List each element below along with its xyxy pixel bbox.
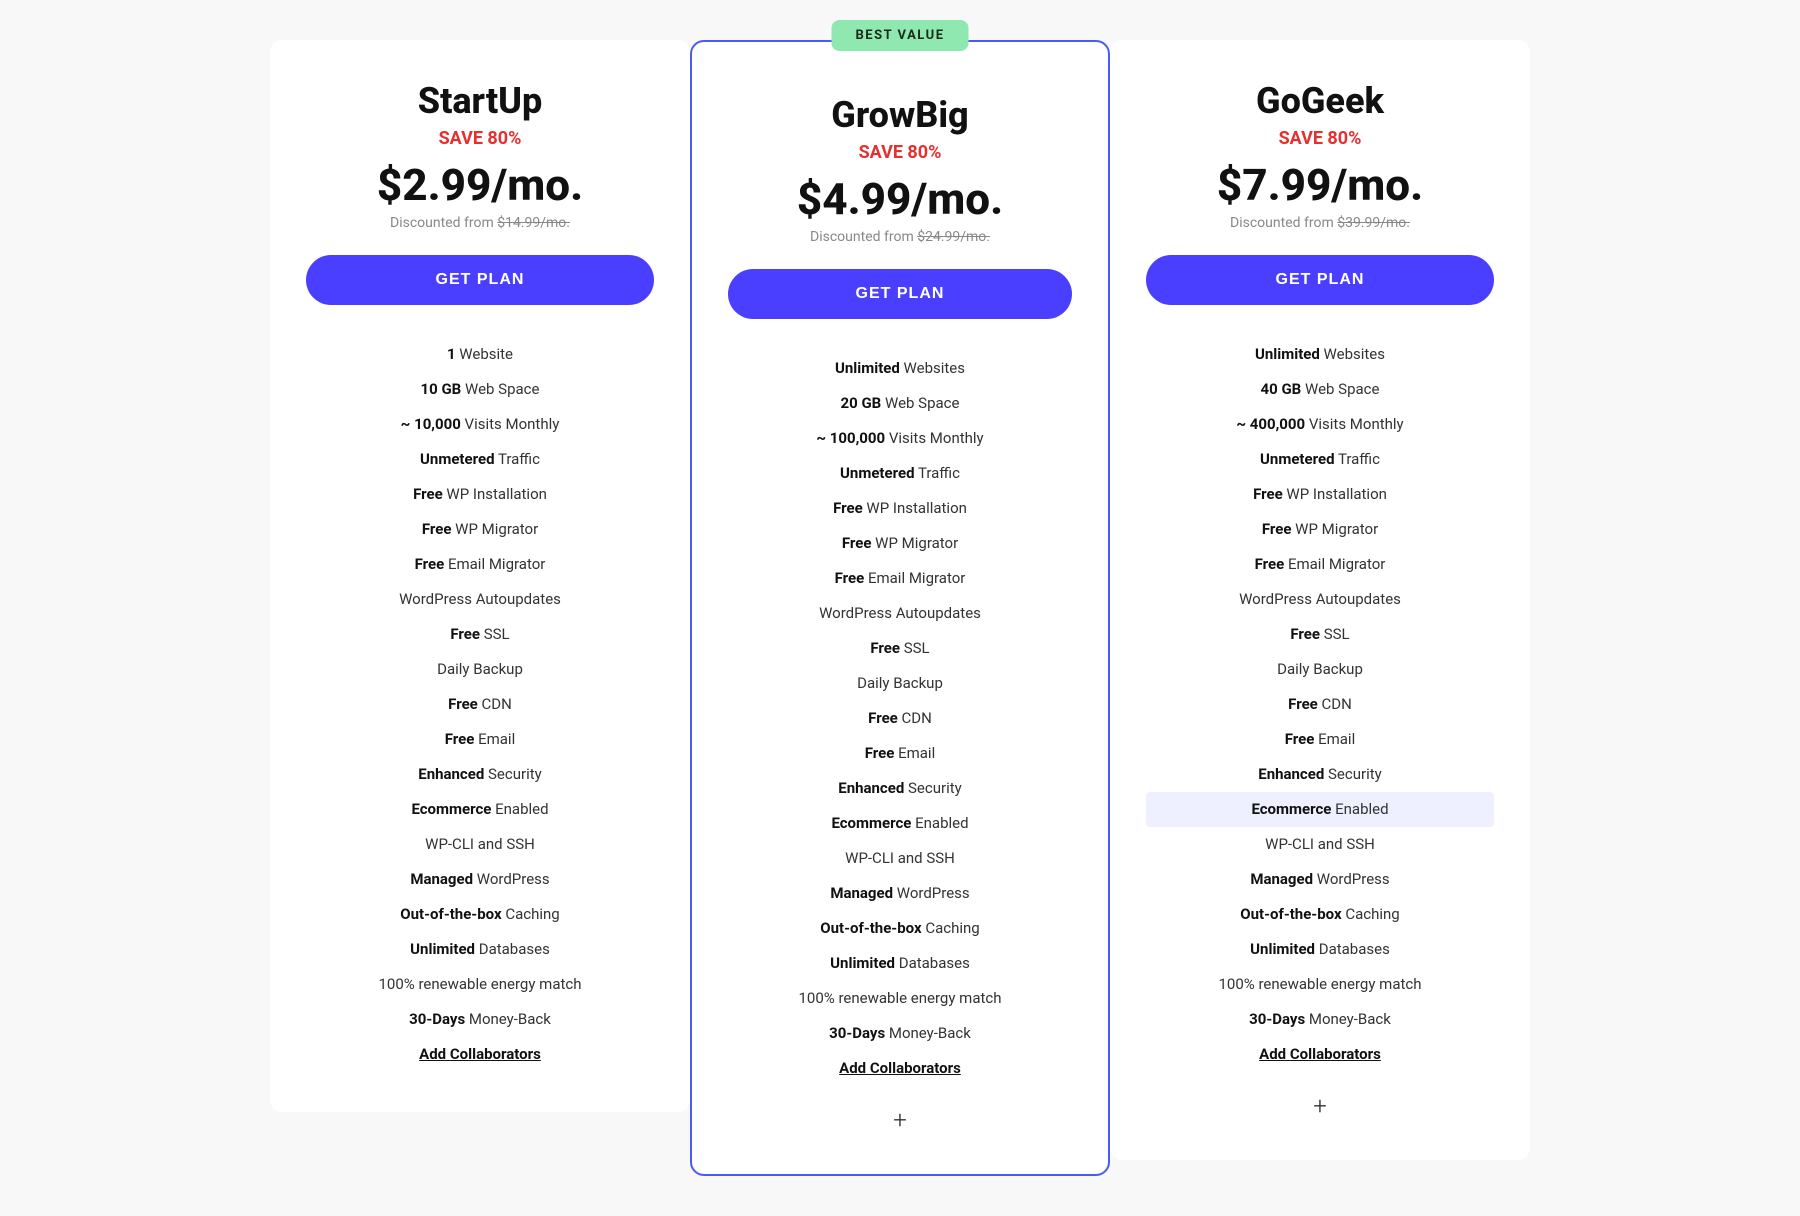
plan-name-startup: StartUp bbox=[306, 80, 654, 122]
get-plan-btn-growbig[interactable]: GET PLAN bbox=[728, 269, 1072, 319]
feature-item-growbig-4: Free WP Installation bbox=[728, 491, 1072, 526]
feature-item-startup-12: Enhanced Security bbox=[306, 757, 654, 792]
feature-item-startup-17: Unlimited Databases bbox=[306, 932, 654, 967]
feature-item-growbig-12: Enhanced Security bbox=[728, 771, 1072, 806]
feature-item-growbig-13: Ecommerce Enabled bbox=[728, 806, 1072, 841]
feature-item-growbig-0: Unlimited Websites bbox=[728, 351, 1072, 386]
feature-item-gogeek-0: Unlimited Websites bbox=[1146, 337, 1494, 372]
feature-item-growbig-17: Unlimited Databases bbox=[728, 946, 1072, 981]
feature-item-gogeek-12: Enhanced Security bbox=[1146, 757, 1494, 792]
save-label-startup: SAVE 80% bbox=[306, 128, 654, 149]
feature-item-startup-7: WordPress Autoupdates bbox=[306, 582, 654, 617]
save-label-gogeek: SAVE 80% bbox=[1146, 128, 1494, 149]
feature-item-startup-6: Free Email Migrator bbox=[306, 547, 654, 582]
feature-item-gogeek-19: 30-Days Money-Back bbox=[1146, 1002, 1494, 1037]
feature-item-growbig-20: Add Collaborators bbox=[728, 1051, 1072, 1086]
pricing-container: StartUp SAVE 80% $2.99/mo. Discounted from … bbox=[200, 40, 1600, 1176]
feature-item-growbig-11: Free Email bbox=[728, 736, 1072, 771]
feature-item-gogeek-13: Ecommerce Enabled bbox=[1146, 792, 1494, 827]
plan-name-gogeek: GoGeek bbox=[1146, 80, 1494, 122]
feature-item-startup-9: Daily Backup bbox=[306, 652, 654, 687]
plan-card-gogeek: GoGeek SAVE 80% $7.99/mo. Discounted from $… bbox=[1110, 40, 1530, 1160]
features-list-startup: 1 Website10 GB Web Space~ 10,000 Visits … bbox=[306, 337, 654, 1072]
get-plan-btn-gogeek[interactable]: GET PLAN bbox=[1146, 255, 1494, 305]
feature-item-startup-16: Out-of-the-box Caching bbox=[306, 897, 654, 932]
feature-item-growbig-6: Free Email Migrator bbox=[728, 561, 1072, 596]
price-startup: $2.99/mo. bbox=[306, 159, 654, 211]
discounted-from-gogeek: Discounted from $39.99/mo. bbox=[1146, 215, 1494, 231]
feature-item-growbig-5: Free WP Migrator bbox=[728, 526, 1072, 561]
plus-icon-gogeek: + bbox=[1146, 1092, 1494, 1120]
plus-icon-growbig: + bbox=[728, 1106, 1072, 1134]
feature-item-gogeek-4: Free WP Installation bbox=[1146, 477, 1494, 512]
feature-item-growbig-8: Free SSL bbox=[728, 631, 1072, 666]
feature-item-growbig-14: WP-CLI and SSH bbox=[728, 841, 1072, 876]
feature-item-growbig-9: Daily Backup bbox=[728, 666, 1072, 701]
feature-item-gogeek-3: Unmetered Traffic bbox=[1146, 442, 1494, 477]
get-plan-btn-startup[interactable]: GET PLAN bbox=[306, 255, 654, 305]
feature-item-gogeek-15: Managed WordPress bbox=[1146, 862, 1494, 897]
feature-item-gogeek-16: Out-of-the-box Caching bbox=[1146, 897, 1494, 932]
plan-name-growbig: GrowBig bbox=[728, 94, 1072, 136]
feature-item-growbig-7: WordPress Autoupdates bbox=[728, 596, 1072, 631]
feature-item-gogeek-11: Free Email bbox=[1146, 722, 1494, 757]
feature-item-growbig-1: 20 GB Web Space bbox=[728, 386, 1072, 421]
feature-item-startup-4: Free WP Installation bbox=[306, 477, 654, 512]
feature-item-startup-1: 10 GB Web Space bbox=[306, 372, 654, 407]
feature-item-startup-19: 30-Days Money-Back bbox=[306, 1002, 654, 1037]
feature-item-gogeek-14: WP-CLI and SSH bbox=[1146, 827, 1494, 862]
feature-item-gogeek-8: Free SSL bbox=[1146, 617, 1494, 652]
feature-item-startup-3: Unmetered Traffic bbox=[306, 442, 654, 477]
feature-item-startup-20: Add Collaborators bbox=[306, 1037, 654, 1072]
feature-item-gogeek-6: Free Email Migrator bbox=[1146, 547, 1494, 582]
feature-item-startup-14: WP-CLI and SSH bbox=[306, 827, 654, 862]
feature-item-startup-18: 100% renewable energy match bbox=[306, 967, 654, 1002]
feature-item-growbig-15: Managed WordPress bbox=[728, 876, 1072, 911]
feature-item-startup-0: 1 Website bbox=[306, 337, 654, 372]
feature-item-gogeek-2: ~ 400,000 Visits Monthly bbox=[1146, 407, 1494, 442]
save-label-growbig: SAVE 80% bbox=[728, 142, 1072, 163]
feature-item-startup-13: Ecommerce Enabled bbox=[306, 792, 654, 827]
discounted-from-startup: Discounted from $14.99/mo. bbox=[306, 215, 654, 231]
best-value-badge: BEST VALUE bbox=[831, 20, 968, 51]
feature-item-gogeek-9: Daily Backup bbox=[1146, 652, 1494, 687]
feature-item-gogeek-7: WordPress Autoupdates bbox=[1146, 582, 1494, 617]
plan-card-growbig: BEST VALUEGrowBigSAVE 80%$4.99/mo.Discou… bbox=[690, 40, 1110, 1176]
price-growbig: $4.99/mo. bbox=[728, 173, 1072, 225]
feature-item-gogeek-17: Unlimited Databases bbox=[1146, 932, 1494, 967]
features-list-growbig: Unlimited Websites20 GB Web Space~ 100,0… bbox=[728, 351, 1072, 1086]
features-list-gogeek: Unlimited Websites40 GB Web Space~ 400,0… bbox=[1146, 337, 1494, 1072]
feature-item-gogeek-1: 40 GB Web Space bbox=[1146, 372, 1494, 407]
feature-item-gogeek-18: 100% renewable energy match bbox=[1146, 967, 1494, 1002]
price-gogeek: $7.99/mo. bbox=[1146, 159, 1494, 211]
feature-item-startup-11: Free Email bbox=[306, 722, 654, 757]
feature-item-startup-8: Free SSL bbox=[306, 617, 654, 652]
plan-card-startup: StartUp SAVE 80% $2.99/mo. Discounted from … bbox=[270, 40, 690, 1112]
feature-item-startup-5: Free WP Migrator bbox=[306, 512, 654, 547]
feature-item-startup-15: Managed WordPress bbox=[306, 862, 654, 897]
feature-item-growbig-3: Unmetered Traffic bbox=[728, 456, 1072, 491]
feature-item-growbig-18: 100% renewable energy match bbox=[728, 981, 1072, 1016]
feature-item-growbig-10: Free CDN bbox=[728, 701, 1072, 736]
feature-item-gogeek-5: Free WP Migrator bbox=[1146, 512, 1494, 547]
feature-item-gogeek-10: Free CDN bbox=[1146, 687, 1494, 722]
feature-item-gogeek-20: Add Collaborators bbox=[1146, 1037, 1494, 1072]
feature-item-startup-10: Free CDN bbox=[306, 687, 654, 722]
feature-item-growbig-16: Out-of-the-box Caching bbox=[728, 911, 1072, 946]
feature-item-growbig-2: ~ 100,000 Visits Monthly bbox=[728, 421, 1072, 456]
feature-item-startup-2: ~ 10,000 Visits Monthly bbox=[306, 407, 654, 442]
feature-item-growbig-19: 30-Days Money-Back bbox=[728, 1016, 1072, 1051]
discounted-from-growbig: Discounted from $24.99/mo. bbox=[728, 229, 1072, 245]
